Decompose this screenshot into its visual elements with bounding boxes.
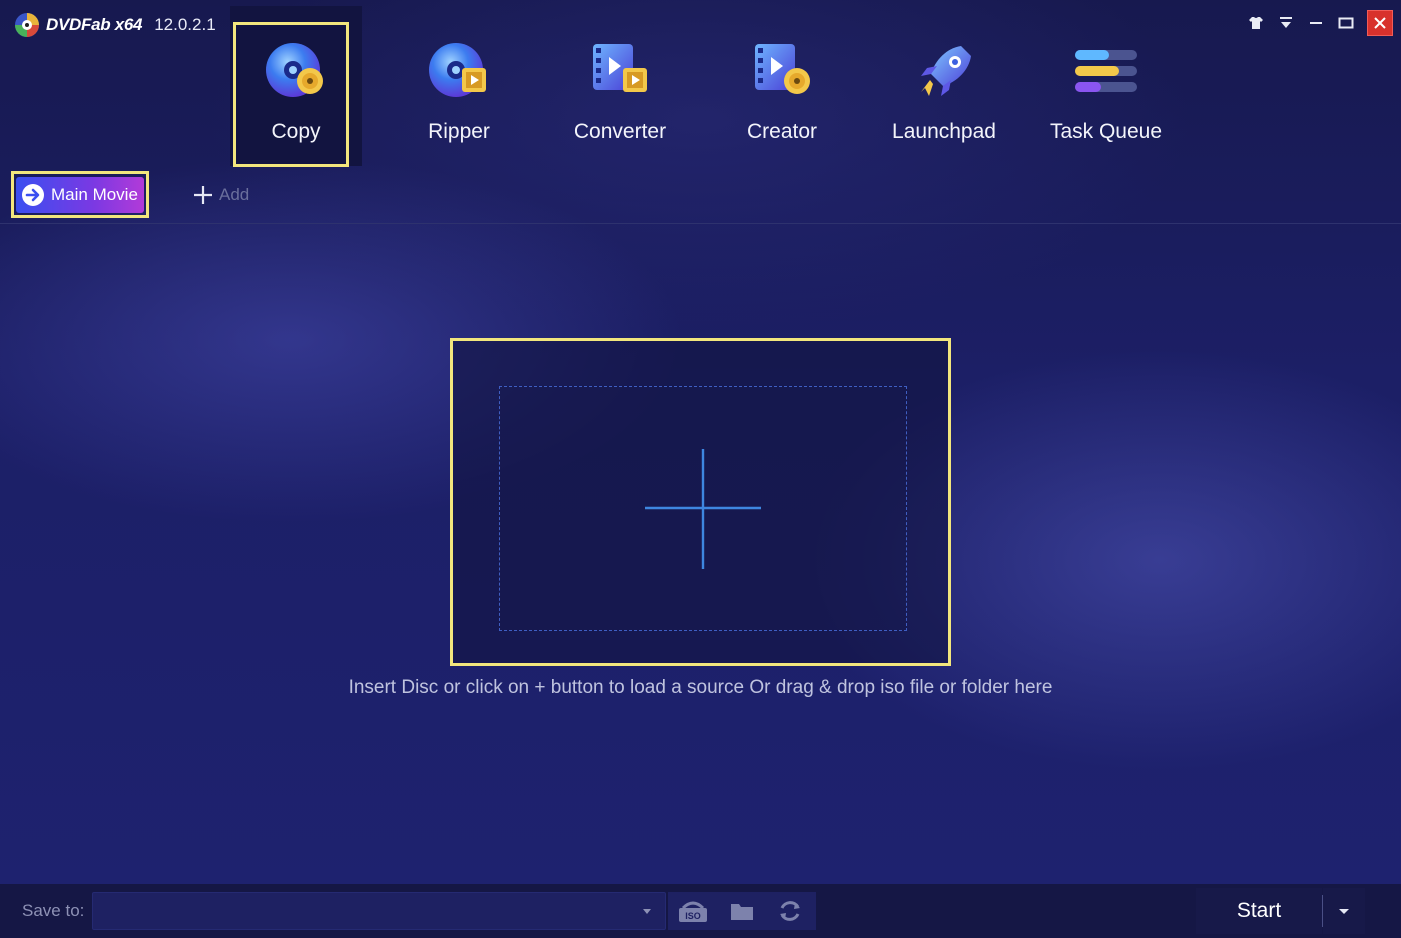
module-converter-label: Converter (573, 120, 667, 143)
start-options-button[interactable] (1323, 888, 1365, 934)
add-source-label: Add (219, 185, 250, 204)
iso-output-button[interactable]: ISO (677, 896, 709, 926)
folder-icon (731, 904, 753, 920)
film-disc-icon (755, 44, 810, 94)
plus-icon (194, 186, 212, 204)
menu-dropdown-icon (1280, 17, 1292, 28)
start-button[interactable]: Start (1196, 888, 1322, 934)
module-task-queue-label: Task Queue (1049, 120, 1163, 143)
disc-film-icon (429, 43, 486, 97)
module-creator[interactable]: Creator (707, 40, 857, 144)
maximize-icon (1338, 17, 1354, 29)
minimize-button[interactable] (1301, 10, 1331, 36)
dropzone-hint: Insert Disc or click on + button to load… (348, 677, 1053, 698)
rocket-icon (921, 46, 971, 96)
app-window: DVDFab x64 12.0.2.1 Copy Ripper Converte… (0, 0, 1401, 938)
module-launchpad-label: Launchpad (892, 120, 996, 143)
app-title: DVDFab x64 12.0.2.1 (14, 12, 216, 38)
iso-disc-icon: ISO (679, 901, 707, 922)
app-version: 12.0.2.1 (154, 15, 216, 34)
module-launchpad[interactable]: Launchpad (869, 40, 1019, 144)
add-source-plus-icon[interactable] (645, 449, 761, 569)
module-task-queue[interactable]: Task Queue (1031, 40, 1181, 144)
save-path-dropdown-icon[interactable] (640, 906, 654, 916)
settings-menu-button[interactable] (1271, 10, 1301, 36)
save-to-label: Save to: (22, 901, 85, 920)
skin-button[interactable] (1241, 10, 1271, 36)
save-to-path-field[interactable] (92, 892, 666, 930)
window-controls (1241, 10, 1393, 36)
dvdfab-logo-icon (15, 13, 39, 37)
module-copy-label: Copy (271, 120, 321, 143)
shirt-icon (1249, 17, 1263, 29)
module-creator-label: Creator (746, 120, 818, 143)
task-queue-icon (1075, 50, 1137, 92)
main-movie-button[interactable]: Main Movie (16, 177, 144, 213)
disc-copy-icon (266, 43, 323, 97)
toolbar-divider (0, 223, 1401, 224)
close-button[interactable] (1367, 10, 1393, 36)
close-icon (1374, 17, 1386, 29)
main-movie-label: Main Movie (51, 185, 138, 204)
folder-output-button[interactable] (726, 896, 758, 926)
module-ripper-label: Ripper (428, 120, 490, 143)
module-ripper[interactable]: Ripper (384, 40, 534, 144)
arrow-circle-icon (22, 184, 44, 206)
svg-text:ISO: ISO (685, 911, 701, 921)
chevron-down-icon (1339, 909, 1349, 914)
film-convert-icon (593, 44, 647, 92)
maximize-button[interactable] (1331, 10, 1361, 36)
refresh-icon (780, 901, 800, 921)
module-converter[interactable]: Converter (545, 40, 695, 144)
brand-name: DVDFab x64 (46, 15, 143, 34)
module-copy[interactable]: Copy (221, 40, 371, 144)
refresh-button[interactable] (774, 896, 806, 926)
add-source-button[interactable]: Add (192, 184, 249, 206)
minimize-icon (1310, 22, 1322, 24)
